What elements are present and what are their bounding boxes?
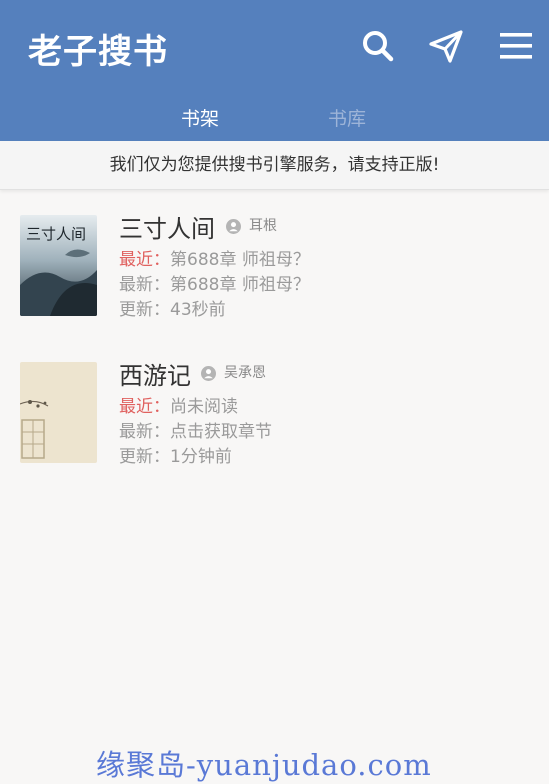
author-name: 吴承恩 bbox=[224, 365, 266, 381]
recent-label: 最近： bbox=[119, 250, 170, 270]
user-icon bbox=[201, 365, 216, 381]
author-name: 耳根 bbox=[249, 218, 277, 234]
cover-title: 三寸人间 bbox=[26, 225, 86, 243]
book-author: 耳根 bbox=[226, 216, 277, 236]
book-cover[interactable] bbox=[20, 362, 97, 463]
update-time: 更新：1分钟前 bbox=[119, 447, 232, 467]
latest-chapter: 最新：点击获取章节 bbox=[119, 422, 272, 442]
search-icon[interactable] bbox=[360, 28, 396, 64]
tab-bookshelf[interactable]: 书架 bbox=[181, 104, 219, 131]
notice-bar: 我们仅为您提供搜书引擎服务，请支持正版! bbox=[0, 141, 549, 190]
book-item[interactable]: 三寸人间 三寸人间 耳根 最近：第688章 师祖母？ 最新：第688章 师祖母？… bbox=[0, 215, 549, 325]
book-item[interactable]: 西游记 吴承恩 最近：尚未阅读 最新：点击获取章节 更新：1分钟前 bbox=[0, 362, 549, 472]
recent-value: 尚未阅读 bbox=[170, 397, 238, 417]
app-header: 老子搜书 书架 书库 bbox=[0, 0, 549, 141]
app-logo: 老子搜书 bbox=[28, 32, 168, 72]
recent-chapter: 最近：第688章 师祖母？ bbox=[119, 245, 310, 270]
latest-chapter: 最新：第688章 师祖母？ bbox=[119, 275, 310, 295]
book-title: 三寸人间 bbox=[119, 215, 215, 243]
send-icon[interactable] bbox=[428, 28, 464, 64]
update-time: 更新：43秒前 bbox=[119, 300, 226, 320]
book-author: 吴承恩 bbox=[201, 363, 266, 383]
book-title: 西游记 bbox=[119, 362, 191, 390]
recent-label: 最近： bbox=[119, 397, 170, 417]
book-cover[interactable]: 三寸人间 bbox=[20, 215, 97, 316]
recent-value: 第688章 师祖母？ bbox=[170, 250, 310, 270]
menu-icon[interactable] bbox=[498, 28, 534, 64]
tab-library[interactable]: 书库 bbox=[328, 104, 366, 131]
watermark-text: 缘聚岛-yuanjudao.com bbox=[96, 748, 432, 782]
user-icon bbox=[226, 218, 241, 234]
recent-chapter: 最近：尚未阅读 bbox=[119, 392, 238, 417]
